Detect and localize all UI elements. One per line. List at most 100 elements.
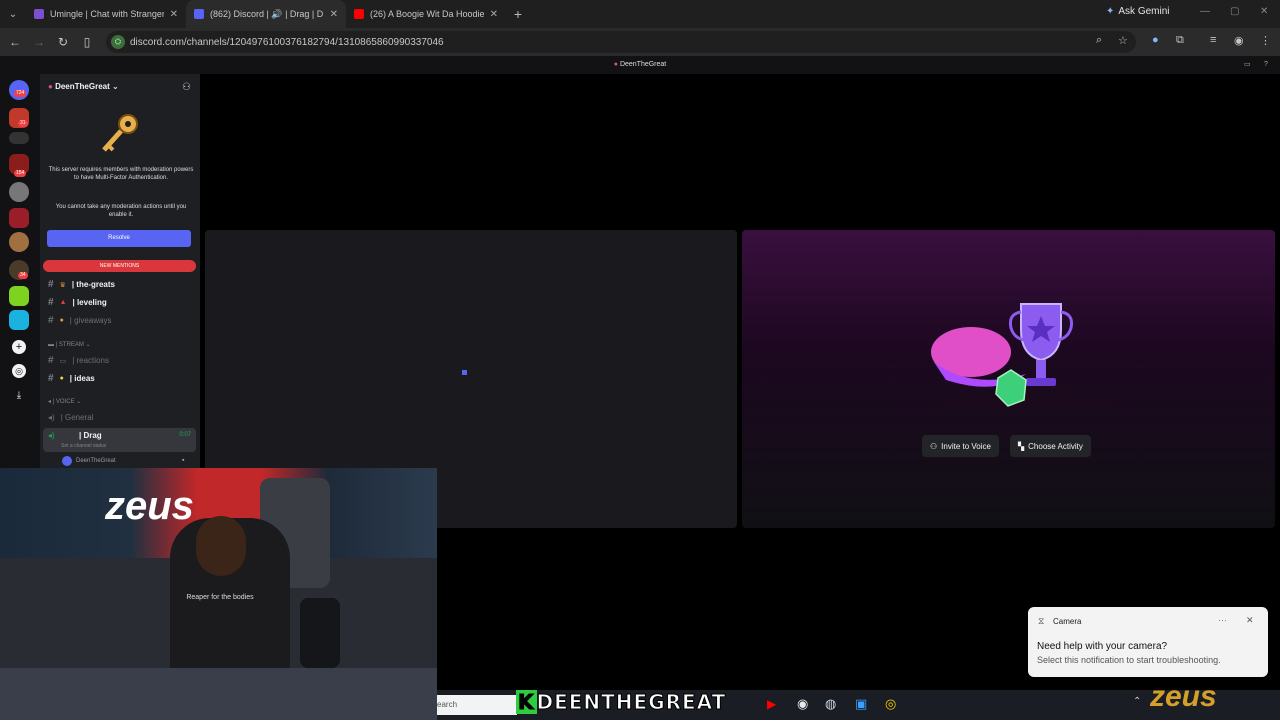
channel-giveaways[interactable]: # ● | giveaways	[48, 315, 111, 326]
new-tab-button[interactable]: +	[506, 6, 530, 22]
app-icon[interactable]: ▣	[855, 696, 867, 712]
new-mentions-pill[interactable]: NEW MENTIONS	[43, 260, 196, 272]
hash-icon: #	[48, 315, 54, 326]
desk	[0, 668, 437, 720]
maximize-icon[interactable]: ▢	[1230, 6, 1239, 17]
screen-emoji-icon: ▭	[59, 357, 67, 365]
steam-icon[interactable]: ◍	[825, 696, 836, 712]
site-info-icon[interactable]: ⛭	[111, 35, 125, 49]
voice-channel-general[interactable]: ◂) | General	[48, 413, 93, 422]
invite-people-icon[interactable]: ⚇	[182, 82, 191, 93]
extension-icon[interactable]: ●	[1152, 34, 1159, 46]
hash-icon: #	[48, 279, 54, 290]
tab-discord[interactable]: (862) Discord | 🔊 | Drag | D ✕	[186, 0, 346, 28]
back-arrow-icon[interactable]: ←	[3, 35, 27, 49]
menu-kebab-icon[interactable]: ⋮	[1260, 34, 1271, 47]
arrow-emoji-icon: ▲	[59, 299, 67, 306]
category-label: | STREAM	[55, 342, 84, 348]
channel-the-greats[interactable]: # ♛ | the-greats	[48, 279, 115, 290]
notification-title: Need help with your camera?	[1037, 641, 1168, 652]
close-tab-icon[interactable]: ✕	[490, 9, 498, 20]
chevron-down-icon: ⌄	[76, 399, 82, 405]
tab-label: (862) Discord | 🔊 | Drag | D	[210, 8, 324, 19]
download-icon[interactable]: ⤓	[12, 390, 26, 404]
streamer-name: DEENTHEGREAT	[536, 690, 727, 715]
close-tab-icon[interactable]: ✕	[330, 9, 338, 20]
server-icon[interactable]	[9, 310, 29, 330]
inbox-icon[interactable]: ▭	[1244, 56, 1251, 74]
sidebar-toggle-icon[interactable]: ▯	[75, 35, 99, 49]
channel-reactions[interactable]: # ▭ | reactions	[48, 355, 109, 366]
umingle-favicon-icon	[34, 9, 44, 19]
channel-status-hint[interactable]: Set a channel status	[61, 443, 106, 449]
channel-ideas[interactable]: # ● | ideas	[48, 373, 95, 384]
invite-label: Invite to Voice	[941, 441, 991, 451]
close-window-icon[interactable]: ✕	[1260, 6, 1268, 17]
server-icon[interactable]	[9, 286, 29, 306]
category-voice[interactable]: ◂ | VOICE ⌄	[48, 398, 81, 405]
tab-youtube[interactable]: (26) A Boogie Wit Da Hoodie - ✕	[346, 0, 506, 28]
notification-app: Camera	[1053, 617, 1082, 626]
mfa-message: This server requires members with modera…	[48, 167, 194, 181]
discord-title-bar: ● DeenTheGreat ▭ ?	[0, 56, 1280, 74]
channel-leveling[interactable]: # ▲ | leveling	[48, 297, 107, 308]
server-icon[interactable]	[9, 182, 29, 202]
add-server-icon[interactable]: +	[12, 340, 26, 354]
server-icon[interactable]	[9, 208, 29, 228]
youtube-icon[interactable]: ▶	[767, 697, 776, 711]
help-icon[interactable]: ?	[1264, 56, 1268, 74]
choose-activity-button[interactable]: ▚ Choose Activity	[1010, 435, 1091, 457]
chrome-icon[interactable]: ◉	[797, 696, 808, 712]
server-name-header[interactable]: ● DeenTheGreat ⌄	[48, 82, 119, 91]
key-icon	[102, 114, 138, 152]
activity-grid-icon: ▚	[1018, 441, 1025, 451]
streamer-name-overlay: K DEENTHEGREAT	[516, 690, 727, 715]
tray-chevron-up-icon[interactable]: ⌃	[1133, 696, 1141, 707]
zoom-icon[interactable]: ⌕	[1096, 34, 1102, 47]
channel-label: | the-greats	[71, 280, 115, 289]
profile-avatar[interactable]: ◉	[1234, 34, 1244, 47]
voice-member[interactable]: DeenTheGreat	[62, 456, 116, 466]
reload-icon[interactable]: ↻	[51, 35, 75, 49]
voice-channel-drag[interactable]: ◂) | Drag 0:07 Set a channel status	[43, 428, 196, 452]
hash-icon: #	[48, 297, 54, 308]
invite-to-voice-button[interactable]: ⚇ Invite to Voice	[922, 435, 999, 457]
close-icon[interactable]: ✕	[1246, 615, 1254, 626]
channel-label: | reactions	[72, 356, 109, 365]
minimize-icon[interactable]: —	[1200, 6, 1210, 17]
url-field[interactable]: ⛭ discord.com/channels/12049761003761827…	[106, 31, 1136, 53]
forward-arrow-icon[interactable]: →	[27, 35, 51, 49]
crown-emoji-icon: ♛	[59, 281, 66, 289]
discover-icon[interactable]: ◎	[12, 364, 26, 378]
search-placeholder: earch	[437, 700, 458, 709]
microphone	[300, 598, 340, 668]
mfa-subtext: You cannot take any moderation actions u…	[55, 204, 187, 218]
tab-label: Umingle | Chat with Strangers	[50, 9, 164, 19]
close-tab-icon[interactable]: ✕	[170, 9, 178, 20]
taskbar-search-field[interactable]: earch	[437, 695, 517, 715]
url-text: discord.com/channels/1204976100376182794…	[130, 36, 444, 48]
tab-umingle[interactable]: Umingle | Chat with Strangers ✕	[26, 0, 186, 28]
mention-badge: 154	[14, 170, 27, 177]
camera-notification[interactable]: ⧖ Camera ··· ✕ Need help with your camer…	[1028, 607, 1268, 677]
tab-search-button[interactable]: ⌄	[0, 9, 26, 20]
avatar	[62, 456, 72, 466]
camera-icon: ▪	[182, 457, 185, 464]
server-icon[interactable]	[9, 232, 29, 252]
more-options-icon[interactable]: ···	[1218, 615, 1227, 625]
channel-label: | General	[60, 413, 94, 422]
server-icon[interactable]	[9, 132, 29, 144]
browser-tab-bar: ⌄ Umingle | Chat with Strangers ✕ (862) …	[0, 0, 1280, 28]
voice-tile-activity	[742, 230, 1275, 528]
media-controls-icon[interactable]: ≡	[1210, 34, 1216, 46]
chevron-down-icon: ⌄	[85, 342, 91, 348]
resolve-button[interactable]: Resolve	[47, 230, 191, 247]
norton-icon[interactable]: ◎	[885, 696, 896, 712]
discord-window-title: DeenTheGreat	[619, 61, 667, 68]
category-stream[interactable]: ▬ | STREAM ⌄	[48, 341, 91, 348]
ask-gemini-button[interactable]: ✦ Ask Gemini	[1106, 6, 1170, 17]
webcam-overlay: zeus Reaper for the bodies	[0, 468, 437, 720]
extensions-puzzle-icon[interactable]: ⧉	[1176, 34, 1184, 47]
bookmark-star-icon[interactable]: ☆	[1118, 34, 1128, 47]
member-name: DeenTheGreat	[76, 458, 116, 464]
